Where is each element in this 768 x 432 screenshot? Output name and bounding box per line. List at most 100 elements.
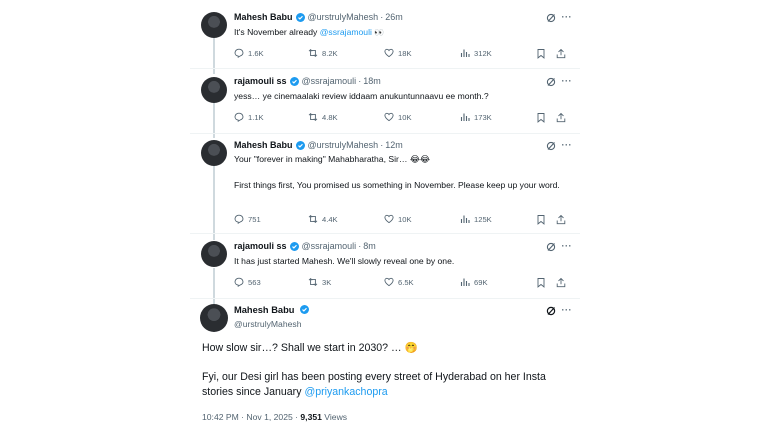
- retweet-button[interactable]: 4.4K: [308, 214, 338, 224]
- retweet-button[interactable]: 3K: [308, 277, 331, 287]
- author-name[interactable]: rajamouli ss: [234, 241, 287, 251]
- tweet-actions: 563 3K 6.5K 69K: [234, 277, 566, 289]
- analytics-icon: [460, 113, 470, 121]
- more-options-icon[interactable]: ···: [562, 12, 573, 22]
- mention-link[interactable]: @ssrajamouli: [320, 27, 372, 37]
- grok-icon[interactable]: [546, 306, 556, 316]
- retweet-count: 4.8K: [322, 112, 338, 122]
- like-count: 6.5K: [398, 277, 414, 287]
- like-button[interactable]: 18K: [384, 48, 412, 58]
- avatar[interactable]: [201, 77, 227, 103]
- like-button[interactable]: 10K: [384, 214, 412, 224]
- like-button[interactable]: 10K: [384, 112, 412, 122]
- bookmark-icon[interactable]: [536, 48, 546, 59]
- tweet-item[interactable]: Mahesh Babu @urstrulyMahesh · 26m ··· It…: [190, 0, 580, 68]
- tweet-item[interactable]: rajamouli ss @ssrajamouli · 18m ··· yess…: [190, 69, 580, 133]
- tweet-time[interactable]: 18m: [363, 76, 381, 86]
- analytics-icon: [460, 215, 470, 223]
- retweet-button[interactable]: 4.8K: [308, 112, 338, 122]
- like-count: 18K: [398, 48, 412, 58]
- author-handle[interactable]: @ssrajamouli: [302, 241, 357, 251]
- tweet-timestamp[interactable]: 10:42 PM · Nov 1, 2025 ·: [202, 412, 300, 422]
- author-handle[interactable]: @urstrulyMahesh: [308, 140, 379, 150]
- views-count: 69K: [474, 277, 488, 287]
- like-button[interactable]: 6.5K: [384, 277, 414, 287]
- grok-icon[interactable]: [546, 141, 556, 151]
- retweet-count: 4.4K: [322, 214, 338, 224]
- retweet-icon: [308, 214, 318, 224]
- focused-tweet[interactable]: Mahesh Babu @urstrulyMahesh ··· How slow…: [190, 299, 580, 432]
- author-handle[interactable]: @urstrulyMahesh: [234, 319, 301, 329]
- avatar[interactable]: [201, 12, 227, 38]
- bookmark-icon[interactable]: [536, 277, 546, 288]
- views-button[interactable]: 173K: [460, 112, 492, 122]
- tweet-text: It's November already @ssrajamouli 👀: [234, 26, 564, 39]
- verified-badge-icon: [300, 305, 310, 314]
- tweet-text-line: How slow sir…? Shall we start in 2030? ……: [202, 342, 418, 354]
- bookmark-icon[interactable]: [536, 214, 546, 225]
- reply-button[interactable]: 1.6K: [234, 48, 264, 58]
- verified-badge-icon: [295, 12, 305, 22]
- reply-button[interactable]: 563: [234, 277, 261, 287]
- like-count: 10K: [398, 112, 412, 122]
- grok-icon[interactable]: [546, 242, 556, 252]
- bookmark-icon[interactable]: [536, 112, 546, 123]
- mention-link[interactable]: @priyankachopra: [304, 386, 387, 398]
- retweet-count: 8.2K: [322, 48, 338, 58]
- heart-icon: [384, 277, 394, 287]
- heart-icon: [384, 214, 394, 224]
- views-button[interactable]: 69K: [460, 277, 488, 287]
- author-name[interactable]: Mahesh Babu: [234, 140, 293, 150]
- more-options-icon[interactable]: ···: [562, 241, 573, 251]
- tweet-text: It has just started Mahesh. We'll slowly…: [234, 256, 455, 266]
- reply-icon: [234, 214, 244, 224]
- avatar[interactable]: [201, 241, 227, 267]
- verified-badge-icon: [289, 241, 299, 251]
- author-name[interactable]: rajamouli ss: [234, 76, 287, 86]
- author-name[interactable]: Mahesh Babu: [234, 305, 294, 315]
- tweet-text: Your "forever in making" Mahabharatha, S…: [234, 153, 564, 192]
- views-count: 312K: [474, 48, 492, 58]
- views-label: Views: [321, 412, 348, 422]
- heart-icon: [384, 112, 394, 122]
- tweet-time[interactable]: 26m: [385, 12, 403, 22]
- tweet-actions: 1.6K 8.2K 18K 312K: [234, 48, 566, 60]
- share-icon[interactable]: [556, 214, 566, 225]
- grok-icon[interactable]: [546, 13, 556, 23]
- retweet-count: 3K: [322, 277, 332, 287]
- share-icon[interactable]: [556, 48, 566, 59]
- tweet-metadata: 10:42 PM · Nov 1, 2025 · 9,351 Views: [202, 412, 347, 422]
- reply-button[interactable]: 751: [234, 214, 261, 224]
- more-options-icon[interactable]: ···: [562, 76, 573, 86]
- tweet-actions: 751 4.4K 10K 125K: [234, 214, 566, 226]
- analytics-icon: [460, 49, 470, 57]
- retweet-icon: [308, 112, 318, 122]
- reply-icon: [234, 277, 244, 287]
- tweet-time[interactable]: 8m: [363, 241, 376, 251]
- heart-icon: [384, 48, 394, 58]
- share-icon[interactable]: [556, 112, 566, 123]
- views-button[interactable]: 125K: [460, 214, 492, 224]
- tweet-text-line: Your "forever in making" Mahabharatha, S…: [234, 154, 430, 164]
- more-options-icon[interactable]: ···: [562, 140, 573, 150]
- tweet-item[interactable]: rajamouli ss @ssrajamouli · 8m ··· It ha…: [190, 234, 580, 298]
- reply-icon: [234, 48, 244, 58]
- author-handle[interactable]: @urstrulyMahesh: [308, 12, 379, 22]
- tweet-item[interactable]: Mahesh Babu @urstrulyMahesh · 12m ··· Yo…: [190, 134, 580, 233]
- author-handle[interactable]: @ssrajamouli: [302, 76, 357, 86]
- tweet-header: rajamouli ss @ssrajamouli · 18m: [234, 76, 381, 86]
- reply-count: 1.6K: [248, 48, 264, 58]
- reply-count: 563: [248, 277, 261, 287]
- more-options-icon[interactable]: ···: [562, 305, 573, 315]
- share-icon[interactable]: [556, 277, 566, 288]
- views-count: 9,351: [300, 412, 322, 422]
- author-name[interactable]: Mahesh Babu: [234, 12, 293, 22]
- avatar[interactable]: [200, 304, 228, 332]
- grok-icon[interactable]: [546, 77, 556, 87]
- avatar[interactable]: [201, 140, 227, 166]
- reply-button[interactable]: 1.1K: [234, 112, 264, 122]
- retweet-button[interactable]: 8.2K: [308, 48, 338, 58]
- like-count: 10K: [398, 214, 412, 224]
- views-button[interactable]: 312K: [460, 48, 492, 58]
- tweet-time[interactable]: 12m: [385, 140, 403, 150]
